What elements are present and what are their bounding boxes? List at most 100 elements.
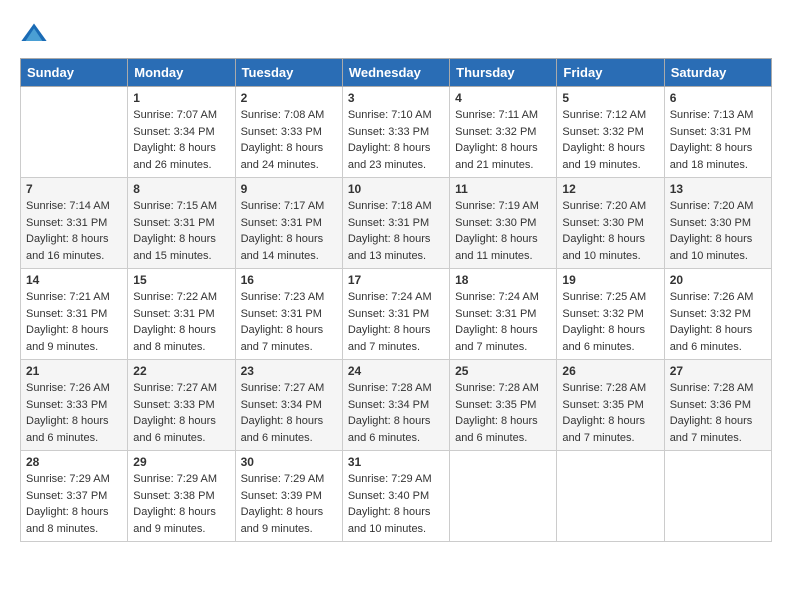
calendar-cell: 14 Sunrise: 7:21 AMSunset: 3:31 PMDaylig… (21, 269, 128, 360)
day-number: 2 (241, 91, 337, 105)
day-detail: Sunrise: 7:20 AMSunset: 3:30 PMDaylight:… (670, 198, 766, 264)
day-number: 30 (241, 455, 337, 469)
day-header-thursday: Thursday (450, 59, 557, 87)
calendar-cell: 1 Sunrise: 7:07 AMSunset: 3:34 PMDayligh… (128, 87, 235, 178)
day-detail: Sunrise: 7:26 AMSunset: 3:32 PMDaylight:… (670, 289, 766, 355)
day-detail: Sunrise: 7:12 AMSunset: 3:32 PMDaylight:… (562, 107, 658, 173)
day-detail: Sunrise: 7:28 AMSunset: 3:34 PMDaylight:… (348, 380, 444, 446)
calendar-cell: 31 Sunrise: 7:29 AMSunset: 3:40 PMDaylig… (342, 451, 449, 542)
logo-icon (20, 20, 48, 48)
day-detail: Sunrise: 7:27 AMSunset: 3:33 PMDaylight:… (133, 380, 229, 446)
day-detail: Sunrise: 7:28 AMSunset: 3:35 PMDaylight:… (455, 380, 551, 446)
calendar-cell: 24 Sunrise: 7:28 AMSunset: 3:34 PMDaylig… (342, 360, 449, 451)
calendar-cell: 22 Sunrise: 7:27 AMSunset: 3:33 PMDaylig… (128, 360, 235, 451)
day-number: 10 (348, 182, 444, 196)
calendar-cell: 3 Sunrise: 7:10 AMSunset: 3:33 PMDayligh… (342, 87, 449, 178)
calendar-cell: 16 Sunrise: 7:23 AMSunset: 3:31 PMDaylig… (235, 269, 342, 360)
calendar-cell: 13 Sunrise: 7:20 AMSunset: 3:30 PMDaylig… (664, 178, 771, 269)
day-detail: Sunrise: 7:18 AMSunset: 3:31 PMDaylight:… (348, 198, 444, 264)
calendar-cell: 23 Sunrise: 7:27 AMSunset: 3:34 PMDaylig… (235, 360, 342, 451)
calendar-cell (557, 451, 664, 542)
day-detail: Sunrise: 7:14 AMSunset: 3:31 PMDaylight:… (26, 198, 122, 264)
day-detail: Sunrise: 7:29 AMSunset: 3:37 PMDaylight:… (26, 471, 122, 537)
calendar-cell: 19 Sunrise: 7:25 AMSunset: 3:32 PMDaylig… (557, 269, 664, 360)
calendar-week-5: 28 Sunrise: 7:29 AMSunset: 3:37 PMDaylig… (21, 451, 772, 542)
calendar-week-3: 14 Sunrise: 7:21 AMSunset: 3:31 PMDaylig… (21, 269, 772, 360)
day-detail: Sunrise: 7:20 AMSunset: 3:30 PMDaylight:… (562, 198, 658, 264)
day-number: 27 (670, 364, 766, 378)
calendar-cell: 30 Sunrise: 7:29 AMSunset: 3:39 PMDaylig… (235, 451, 342, 542)
day-number: 31 (348, 455, 444, 469)
day-header-tuesday: Tuesday (235, 59, 342, 87)
day-detail: Sunrise: 7:19 AMSunset: 3:30 PMDaylight:… (455, 198, 551, 264)
calendar-cell (21, 87, 128, 178)
day-number: 5 (562, 91, 658, 105)
day-number: 7 (26, 182, 122, 196)
day-detail: Sunrise: 7:27 AMSunset: 3:34 PMDaylight:… (241, 380, 337, 446)
day-detail: Sunrise: 7:15 AMSunset: 3:31 PMDaylight:… (133, 198, 229, 264)
day-detail: Sunrise: 7:17 AMSunset: 3:31 PMDaylight:… (241, 198, 337, 264)
day-detail: Sunrise: 7:13 AMSunset: 3:31 PMDaylight:… (670, 107, 766, 173)
calendar-table: SundayMondayTuesdayWednesdayThursdayFrid… (20, 58, 772, 542)
day-detail: Sunrise: 7:07 AMSunset: 3:34 PMDaylight:… (133, 107, 229, 173)
calendar-cell (450, 451, 557, 542)
day-detail: Sunrise: 7:08 AMSunset: 3:33 PMDaylight:… (241, 107, 337, 173)
day-number: 23 (241, 364, 337, 378)
day-number: 19 (562, 273, 658, 287)
day-number: 29 (133, 455, 229, 469)
calendar-header-row: SundayMondayTuesdayWednesdayThursdayFrid… (21, 59, 772, 87)
day-number: 3 (348, 91, 444, 105)
day-detail: Sunrise: 7:11 AMSunset: 3:32 PMDaylight:… (455, 107, 551, 173)
day-header-wednesday: Wednesday (342, 59, 449, 87)
day-number: 20 (670, 273, 766, 287)
day-number: 11 (455, 182, 551, 196)
day-detail: Sunrise: 7:28 AMSunset: 3:36 PMDaylight:… (670, 380, 766, 446)
calendar-cell: 6 Sunrise: 7:13 AMSunset: 3:31 PMDayligh… (664, 87, 771, 178)
calendar-cell: 20 Sunrise: 7:26 AMSunset: 3:32 PMDaylig… (664, 269, 771, 360)
day-detail: Sunrise: 7:21 AMSunset: 3:31 PMDaylight:… (26, 289, 122, 355)
day-detail: Sunrise: 7:29 AMSunset: 3:38 PMDaylight:… (133, 471, 229, 537)
calendar-cell: 27 Sunrise: 7:28 AMSunset: 3:36 PMDaylig… (664, 360, 771, 451)
calendar-cell: 9 Sunrise: 7:17 AMSunset: 3:31 PMDayligh… (235, 178, 342, 269)
calendar-cell: 2 Sunrise: 7:08 AMSunset: 3:33 PMDayligh… (235, 87, 342, 178)
day-number: 24 (348, 364, 444, 378)
calendar-cell: 17 Sunrise: 7:24 AMSunset: 3:31 PMDaylig… (342, 269, 449, 360)
calendar-week-4: 21 Sunrise: 7:26 AMSunset: 3:33 PMDaylig… (21, 360, 772, 451)
day-detail: Sunrise: 7:29 AMSunset: 3:39 PMDaylight:… (241, 471, 337, 537)
calendar-cell: 25 Sunrise: 7:28 AMSunset: 3:35 PMDaylig… (450, 360, 557, 451)
day-number: 9 (241, 182, 337, 196)
calendar-cell: 12 Sunrise: 7:20 AMSunset: 3:30 PMDaylig… (557, 178, 664, 269)
day-detail: Sunrise: 7:25 AMSunset: 3:32 PMDaylight:… (562, 289, 658, 355)
calendar-cell: 11 Sunrise: 7:19 AMSunset: 3:30 PMDaylig… (450, 178, 557, 269)
day-number: 17 (348, 273, 444, 287)
day-detail: Sunrise: 7:26 AMSunset: 3:33 PMDaylight:… (26, 380, 122, 446)
calendar-cell: 4 Sunrise: 7:11 AMSunset: 3:32 PMDayligh… (450, 87, 557, 178)
day-header-sunday: Sunday (21, 59, 128, 87)
day-number: 13 (670, 182, 766, 196)
day-detail: Sunrise: 7:29 AMSunset: 3:40 PMDaylight:… (348, 471, 444, 537)
calendar-week-2: 7 Sunrise: 7:14 AMSunset: 3:31 PMDayligh… (21, 178, 772, 269)
calendar-cell: 26 Sunrise: 7:28 AMSunset: 3:35 PMDaylig… (557, 360, 664, 451)
day-number: 22 (133, 364, 229, 378)
calendar-cell: 7 Sunrise: 7:14 AMSunset: 3:31 PMDayligh… (21, 178, 128, 269)
day-number: 21 (26, 364, 122, 378)
day-header-friday: Friday (557, 59, 664, 87)
day-detail: Sunrise: 7:24 AMSunset: 3:31 PMDaylight:… (455, 289, 551, 355)
day-number: 8 (133, 182, 229, 196)
calendar-cell: 5 Sunrise: 7:12 AMSunset: 3:32 PMDayligh… (557, 87, 664, 178)
day-number: 1 (133, 91, 229, 105)
day-detail: Sunrise: 7:23 AMSunset: 3:31 PMDaylight:… (241, 289, 337, 355)
calendar-cell: 10 Sunrise: 7:18 AMSunset: 3:31 PMDaylig… (342, 178, 449, 269)
day-header-saturday: Saturday (664, 59, 771, 87)
calendar-week-1: 1 Sunrise: 7:07 AMSunset: 3:34 PMDayligh… (21, 87, 772, 178)
day-number: 26 (562, 364, 658, 378)
day-detail: Sunrise: 7:22 AMSunset: 3:31 PMDaylight:… (133, 289, 229, 355)
day-detail: Sunrise: 7:24 AMSunset: 3:31 PMDaylight:… (348, 289, 444, 355)
day-detail: Sunrise: 7:28 AMSunset: 3:35 PMDaylight:… (562, 380, 658, 446)
day-number: 6 (670, 91, 766, 105)
calendar-cell: 28 Sunrise: 7:29 AMSunset: 3:37 PMDaylig… (21, 451, 128, 542)
day-number: 18 (455, 273, 551, 287)
day-number: 14 (26, 273, 122, 287)
calendar-cell: 15 Sunrise: 7:22 AMSunset: 3:31 PMDaylig… (128, 269, 235, 360)
calendar-cell (664, 451, 771, 542)
